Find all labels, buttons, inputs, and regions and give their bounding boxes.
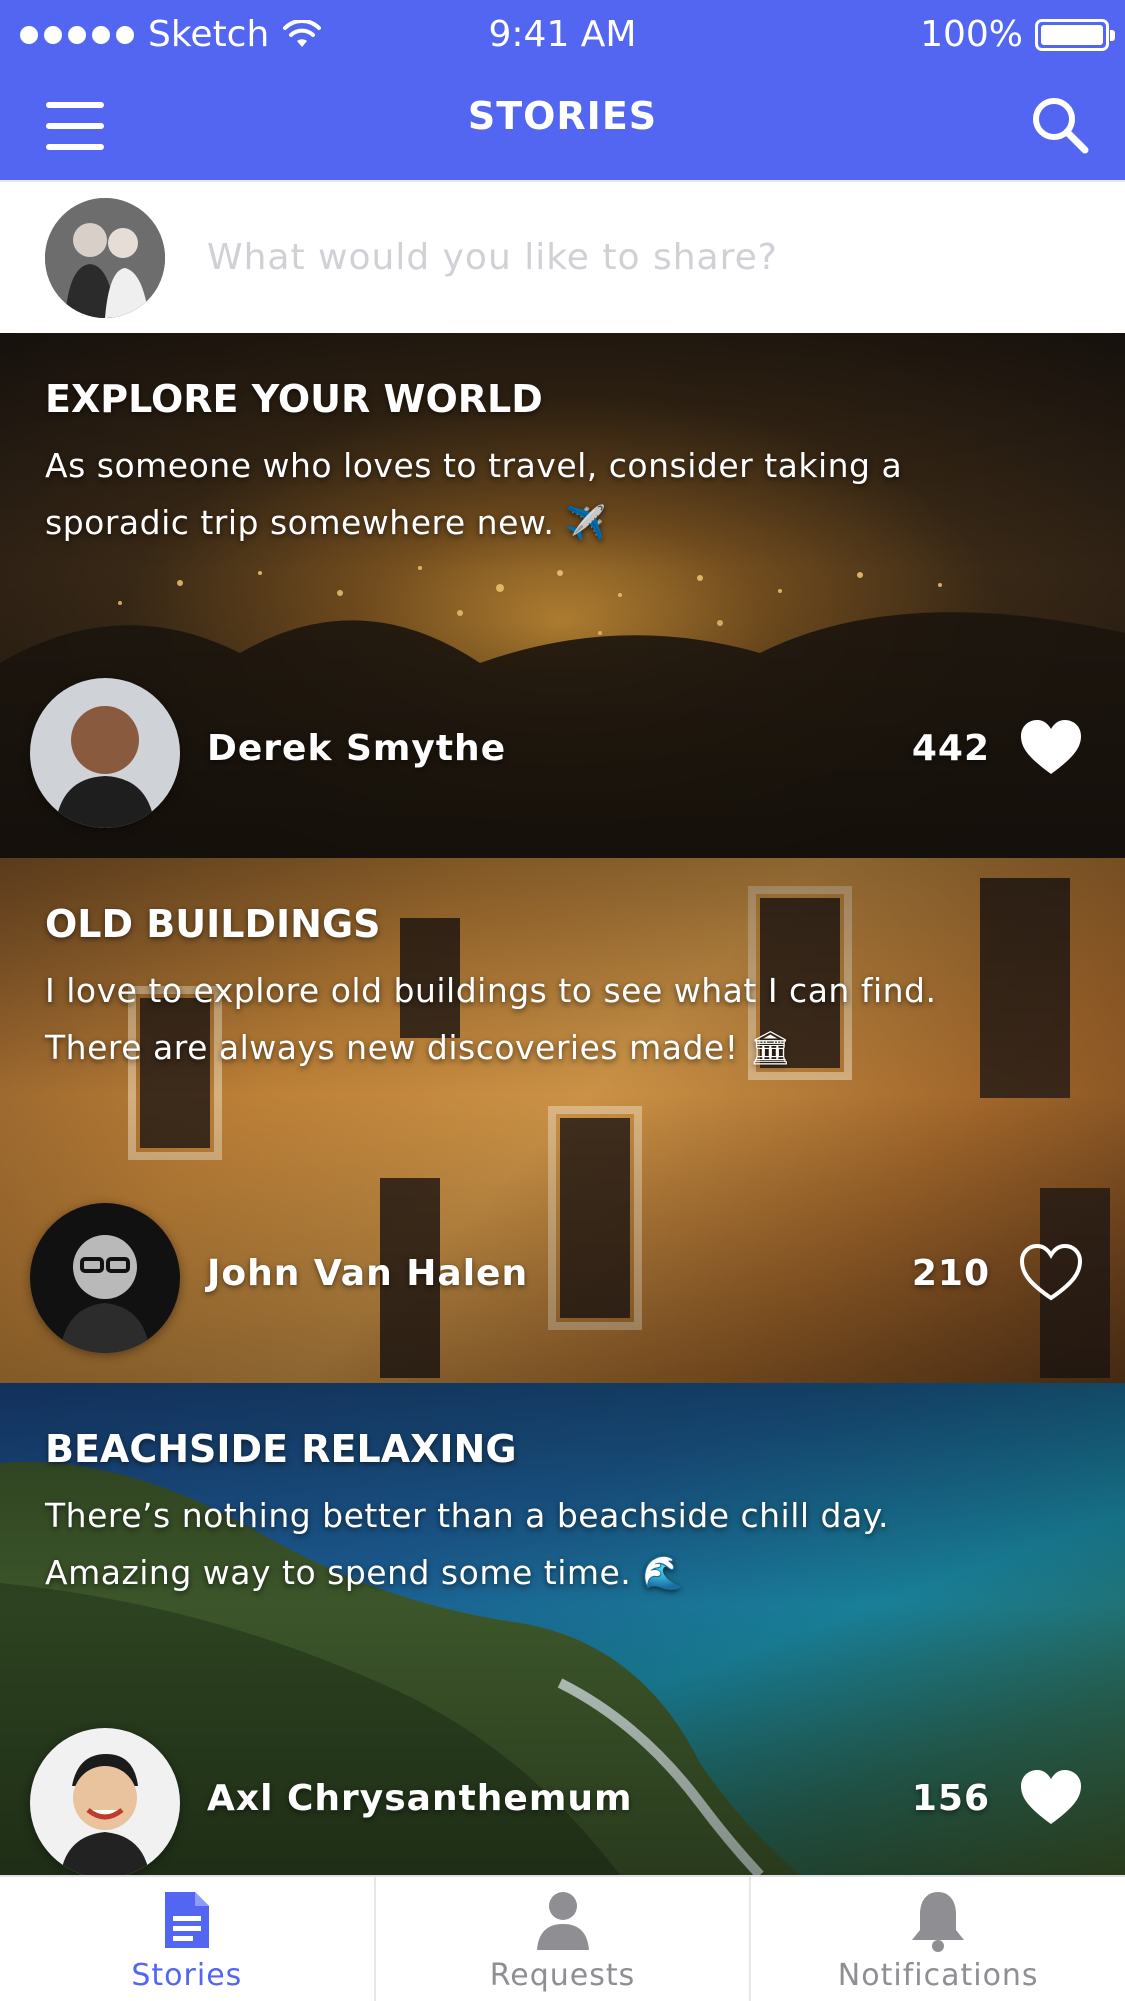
search-icon[interactable] xyxy=(1025,90,1095,160)
author-name[interactable]: John Van Halen xyxy=(207,1253,528,1294)
author-avatar[interactable] xyxy=(30,1728,180,1875)
heart-filled-icon[interactable] xyxy=(1019,718,1083,778)
document-icon xyxy=(164,1892,209,1948)
like-count: 156 xyxy=(911,1778,990,1819)
share-composer xyxy=(0,180,1125,333)
story-card[interactable]: OLD BUILDINGS I love to explore old buil… xyxy=(0,858,1125,1383)
story-text: There’s nothing better than a beachside … xyxy=(45,1496,890,1592)
tab-label: Requests xyxy=(489,1958,636,1993)
tab-stories[interactable]: Stories xyxy=(0,1877,374,2001)
page-title: STORIES xyxy=(467,94,658,138)
battery-icon xyxy=(1035,18,1115,51)
story-card[interactable]: EXPLORE YOUR WORLD As someone who loves … xyxy=(0,333,1125,858)
story-title: OLD BUILDINGS xyxy=(45,902,381,946)
story-title: EXPLORE YOUR WORLD xyxy=(45,377,543,421)
app-header: Sketch 9:41 AM 100% STORIES xyxy=(0,0,1125,180)
status-bar: Sketch 9:41 AM 100% xyxy=(0,0,1125,70)
heart-outline-icon[interactable] xyxy=(1019,1243,1083,1303)
tab-label: Stories xyxy=(131,1958,243,1993)
story-text: I love to explore old buildings to see w… xyxy=(45,971,937,1067)
author-avatar[interactable] xyxy=(30,1203,180,1353)
like-count: 442 xyxy=(911,728,990,769)
story-title: BEACHSIDE RELAXING xyxy=(45,1427,517,1471)
author-name[interactable]: Axl Chrysanthemum xyxy=(207,1778,632,1819)
story-card[interactable]: BEACHSIDE RELAXING There’s nothing bette… xyxy=(0,1383,1125,1875)
person-icon xyxy=(536,1892,589,1950)
tab-requests[interactable]: Requests xyxy=(373,1877,750,2001)
like-count: 210 xyxy=(911,1253,990,1294)
nav-bar: STORIES xyxy=(0,70,1125,180)
author-name[interactable]: Derek Smythe xyxy=(207,728,506,769)
battery-percent: 100% xyxy=(920,14,1023,55)
heart-filled-icon[interactable] xyxy=(1019,1768,1083,1828)
status-right: 100% xyxy=(920,14,1115,55)
author-avatar[interactable] xyxy=(30,678,180,828)
bell-icon xyxy=(912,1892,965,1952)
tab-label: Notifications xyxy=(837,1958,1039,1993)
story-text: As someone who loves to travel, consider… xyxy=(45,446,903,542)
avatar[interactable] xyxy=(45,197,165,318)
tab-notifications[interactable]: Notifications xyxy=(749,1877,1125,2001)
tab-bar: Stories Requests Notifications xyxy=(0,1875,1125,2001)
share-input[interactable] xyxy=(207,237,1027,278)
